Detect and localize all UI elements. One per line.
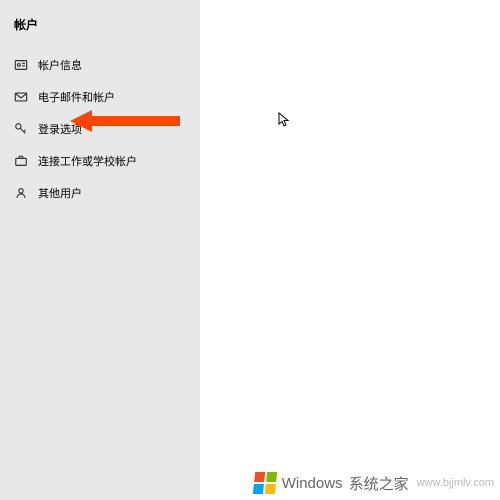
sidebar-item-sign-in-options[interactable]: 登录选项 [0, 113, 200, 145]
briefcase-icon [14, 154, 28, 168]
sidebar-item-email-accounts[interactable]: 电子邮件和帐户 [0, 81, 200, 113]
mail-icon [14, 90, 28, 104]
sidebar-title: 帐户 [0, 8, 200, 49]
sidebar-item-label: 其他用户 [38, 185, 82, 201]
id-icon [14, 58, 28, 72]
watermark-brand: Windows [282, 475, 343, 492]
watermark-subtitle: 系统之家 [349, 473, 409, 494]
sidebar-item-label: 连接工作或学校帐户 [38, 153, 137, 169]
sidebar: 帐户 帐户信息 电子邮件和帐户 登录选项 连接工作或学校帐户 其他用户 [0, 0, 200, 500]
sidebar-item-account-info[interactable]: 帐户信息 [0, 49, 200, 81]
sidebar-item-other-users[interactable]: 其他用户 [0, 177, 200, 209]
sidebar-item-label: 电子邮件和帐户 [38, 89, 115, 105]
sidebar-item-label: 帐户信息 [38, 57, 82, 73]
person-icon [14, 186, 28, 200]
watermark-url: www.bjjmlv.com [417, 477, 494, 489]
sidebar-item-label: 登录选项 [38, 121, 82, 137]
windows-logo-icon [253, 472, 277, 494]
main-content [200, 0, 500, 500]
sidebar-item-work-school[interactable]: 连接工作或学校帐户 [0, 145, 200, 177]
watermark: Windows 系统之家 www.bjjmlv.com [254, 472, 494, 494]
key-icon [14, 122, 28, 136]
